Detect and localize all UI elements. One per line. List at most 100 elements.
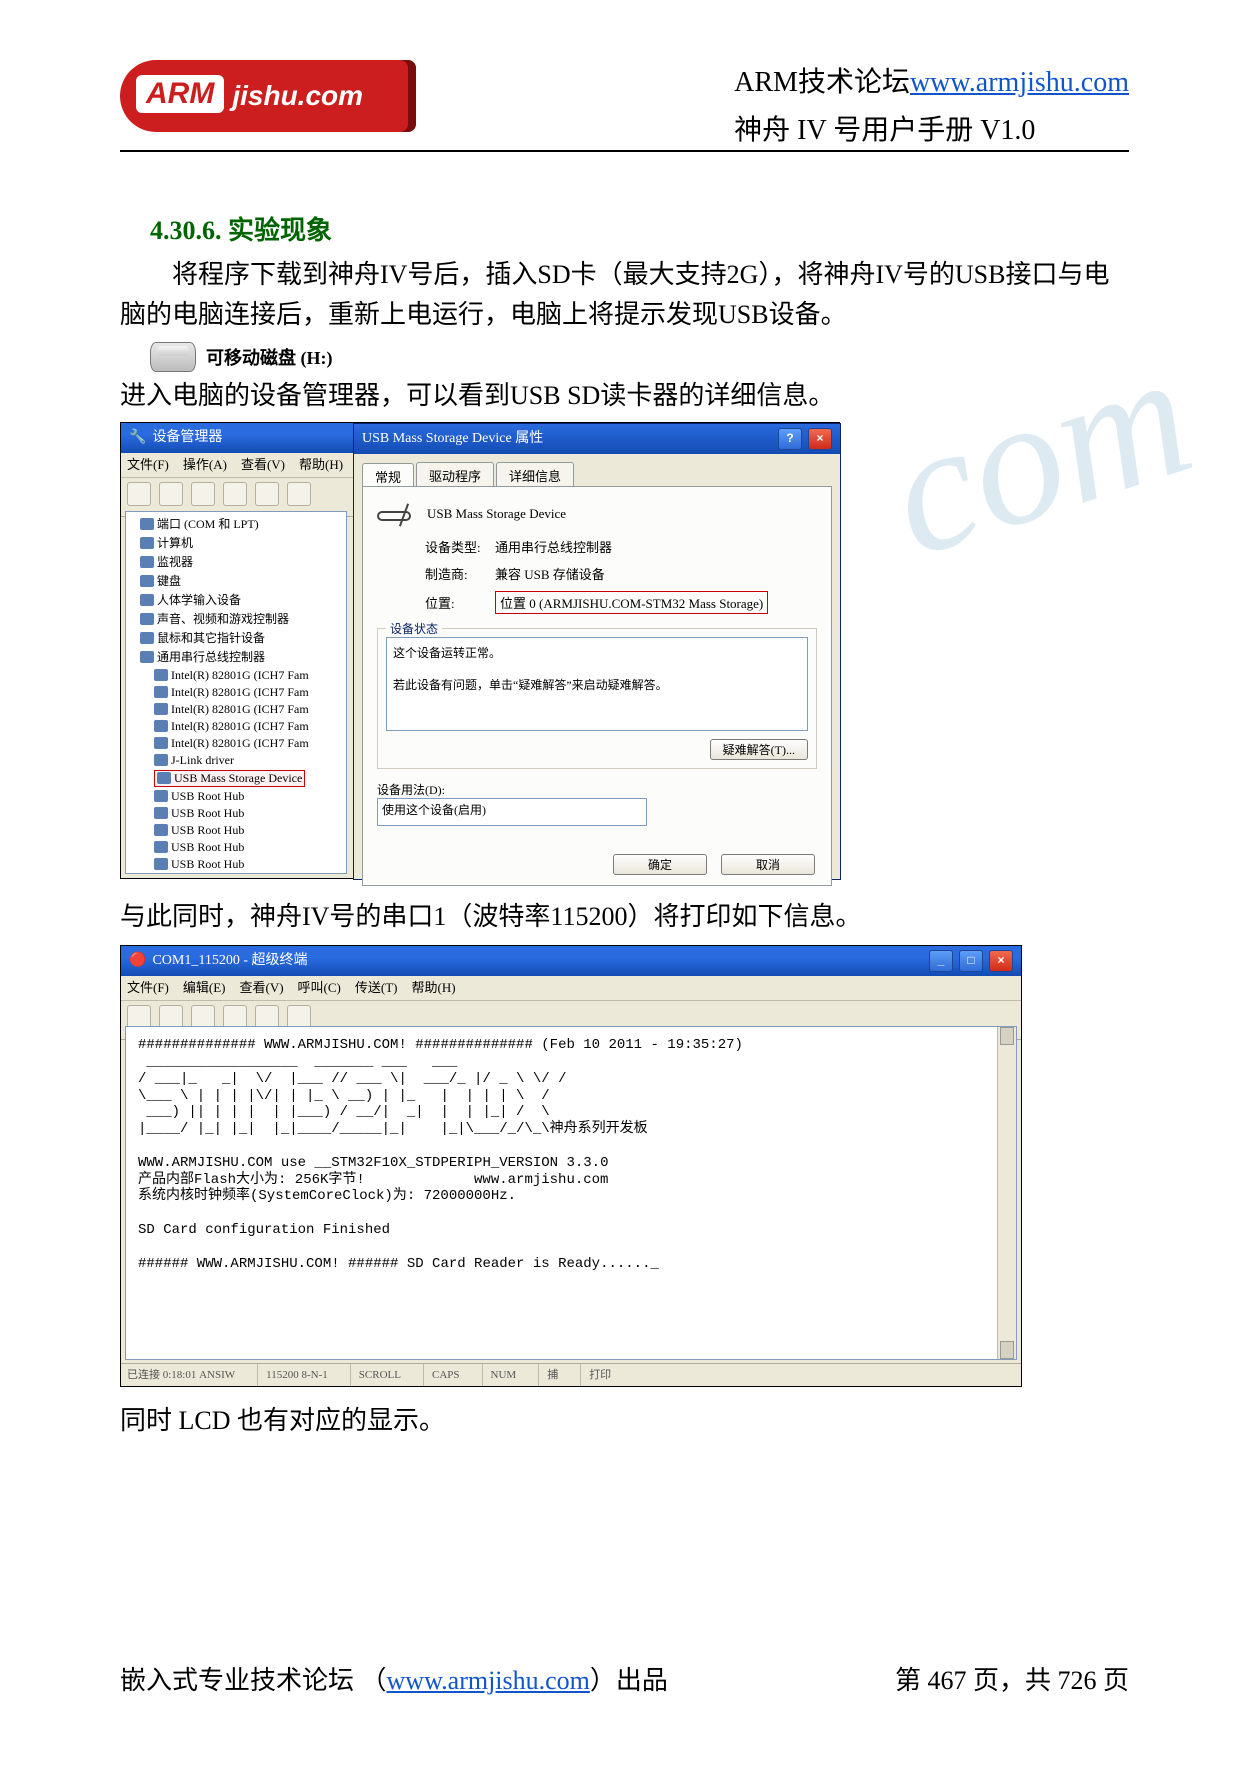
site-logo: ARM jishu.com [120,60,416,132]
loc-value: 位置 0 (ARMJISHU.COM-STM32 Mass Storage) [495,591,768,614]
paragraph-2: 进入电脑的设备管理器，可以看到USB SD读卡器的详细信息。 [120,376,1129,416]
site-link[interactable]: www.armjishu.com [910,67,1129,98]
scrollbar[interactable] [997,1027,1016,1359]
tree-node[interactable]: Intel(R) 82801G (ICH7 Fam [154,684,346,701]
status-cell: 已连接 0:18:01 ANSIW [127,1364,243,1386]
status-textbox: 这个设备运转正常。 若此设备有问题，单击“疑难解答”来启动疑难解答。 [386,637,808,731]
page-number: 第 467 页，共 726 页 [895,1660,1129,1697]
tree-node[interactable]: Intel(R) 82801G (ICH7 Fam [154,701,346,718]
logo-arm: ARM [136,75,224,113]
close-button[interactable]: × [808,428,832,450]
removable-disk-icon [150,342,196,372]
tree-node[interactable]: 监视器 [140,552,346,571]
paragraph-3: 与此同时，神舟IV号的串口1（波特率115200）将打印如下信息。 [120,897,1129,937]
menu-item[interactable]: 呼叫(C) [298,980,341,995]
tree-node[interactable]: Intel(R) 82801G (ICH7 Fam [154,735,346,752]
device-name: USB Mass Storage Device [427,506,566,521]
term-titlebar: 🔴 COM1_115200 - 超级终端 _ □ × [121,946,1021,976]
toolbar-scan-icon[interactable] [287,482,311,506]
tree-node[interactable]: 键盘 [140,571,346,590]
toolbar-props-icon[interactable] [223,482,247,506]
type-value: 通用串行总线控制器 [495,540,612,555]
menu-item[interactable]: 文件(F) [127,457,169,472]
menu-item[interactable]: 帮助(H) [299,457,343,472]
logo-rest: jishu.com [232,80,363,111]
mfr-value: 兼容 USB 存储设备 [495,567,605,582]
status-cell: 115200 8-N-1 [257,1364,336,1386]
toolbar-back-icon[interactable] [127,482,151,506]
status-cell: CAPS [423,1364,468,1386]
removable-disk-label: 可移动磁盘 (H:) [206,344,332,370]
status-line2: 若此设备有问题，单击“疑难解答”来启动疑难解答。 [393,676,801,693]
tab-详细信息[interactable]: 详细信息 [496,462,574,486]
site-label: ARM技术论坛 [734,67,910,98]
term-app-icon: 🔴 [129,946,146,976]
tree-node[interactable]: 端口 (COM 和 LPT) [140,514,346,533]
toolbar-refresh-icon[interactable] [255,482,279,506]
tree-node[interactable]: USB Root Hub [154,856,346,873]
tree-node[interactable]: Intel(R) 82801G (ICH7 Fam [154,667,346,684]
usage-label: 设备用法(D): [377,781,817,798]
tree-node[interactable]: 通用串行总线控制器Intel(R) 82801G (ICH7 FamIntel(… [140,647,346,874]
minimize-button[interactable]: _ [929,950,953,972]
menu-item[interactable]: 文件(F) [127,980,169,995]
toolbar-view-icon[interactable] [191,482,215,506]
menu-item[interactable]: 帮助(H) [412,980,456,995]
loc-label: 位置: [425,593,495,612]
doc-subtitle: 神舟 IV 号用户手册 V1.0 [734,108,1129,148]
terminal-output: ############## WWW.ARMJISHU.COM! #######… [126,1027,997,1359]
tree-node[interactable]: USB Root Hub [154,839,346,856]
tree-node[interactable]: Intel(R) 82801G (ICH7 Fam [154,718,346,735]
tree-node[interactable]: 人体学输入设备 [140,590,346,609]
tab-驱动程序[interactable]: 驱动程序 [416,462,494,486]
tree-node[interactable]: USB Root Hub [154,788,346,805]
tree-node[interactable]: 计算机 [140,533,346,552]
troubleshoot-button[interactable]: 疑难解答(T)... [710,739,808,760]
screenshot-hyperterminal: 🔴 COM1_115200 - 超级终端 _ □ × 文件(F) 编辑(E) 查看(… [120,945,1022,1387]
page-footer: 嵌入式专业技术论坛 （www.armjishu.com）出品 第 467 页，共… [120,1660,1129,1697]
tree-node[interactable]: USB Mass Storage Device [154,769,346,788]
toolbar-fwd-icon[interactable] [159,482,183,506]
tree-node[interactable]: 声音、视频和游戏控制器 [140,609,346,628]
tab-常规[interactable]: 常规 [362,463,414,487]
status-line1: 这个设备运转正常。 [393,644,801,661]
paragraph-1: 将程序下载到神舟IV号后，插入SD卡（最大支持2G），将神舟IV号的USB接口与… [120,255,1129,336]
usb-icon [377,501,417,529]
menu-item[interactable]: 操作(A) [183,457,227,472]
menu-item[interactable]: 编辑(E) [183,980,226,995]
term-title: COM1_115200 - 超级终端 [152,946,307,976]
tree-node[interactable]: USB Root Hub [154,805,346,822]
menu-item[interactable]: 查看(V) [240,980,284,995]
ok-button[interactable]: 确定 [613,854,707,875]
help-button[interactable]: ? [778,428,802,450]
footer-left-b: ）出品 [590,1666,668,1695]
footer-left-a: 嵌入式专业技术论坛 （ [120,1666,387,1695]
device-tree[interactable]: 端口 (COM 和 LPT)计算机监视器键盘人体学输入设备声音、视频和游戏控制器… [125,511,347,874]
usage-select[interactable]: 使用这个设备(启用) [377,798,647,826]
properties-dialog: USB Mass Storage Device 属性 ? × 常规驱动程序详细信… [353,423,841,880]
menu-item[interactable]: 查看(V) [241,457,285,472]
status-cell: NUM [482,1364,525,1386]
status-cell: 打印 [580,1364,619,1386]
status-cell: SCROLL [350,1364,409,1386]
footer-link[interactable]: www.armjishu.com [387,1666,590,1695]
mfr-label: 制造商: [425,564,495,583]
menu-item[interactable]: 传送(T) [355,980,398,995]
devmgr-title: 设备管理器 [152,423,222,453]
section-heading: 4.30.6. 实验现象 [150,210,1129,247]
props-title: USB Mass Storage Device 属性 [362,424,543,454]
cancel-button[interactable]: 取消 [721,854,815,875]
tab-general-panel: USB Mass Storage Device 设备类型:通用串行总线控制器 制… [362,486,832,886]
type-label: 设备类型: [425,537,495,556]
tree-node[interactable]: 鼠标和其它指针设备 [140,628,346,647]
devmgr-icon: 🔧 [129,423,146,453]
maximize-button[interactable]: □ [959,950,983,972]
term-statusbar: 已连接 0:18:01 ANSIW 115200 8-N-1 SCROLL CAPS N… [121,1363,1021,1386]
paragraph-4: 同时 LCD 也有对应的显示。 [120,1401,1129,1441]
tree-node[interactable]: USB Root Hub [154,822,346,839]
props-titlebar: USB Mass Storage Device 属性 ? × [354,424,840,454]
tree-node[interactable]: J-Link driver [154,752,346,769]
page-header: ARMjishu.com ARM技术论坛www.armjishu.com 神舟 … [120,60,1129,132]
props-tabs: 常规驱动程序详细信息 [362,462,832,486]
term-close-button[interactable]: × [989,950,1013,972]
